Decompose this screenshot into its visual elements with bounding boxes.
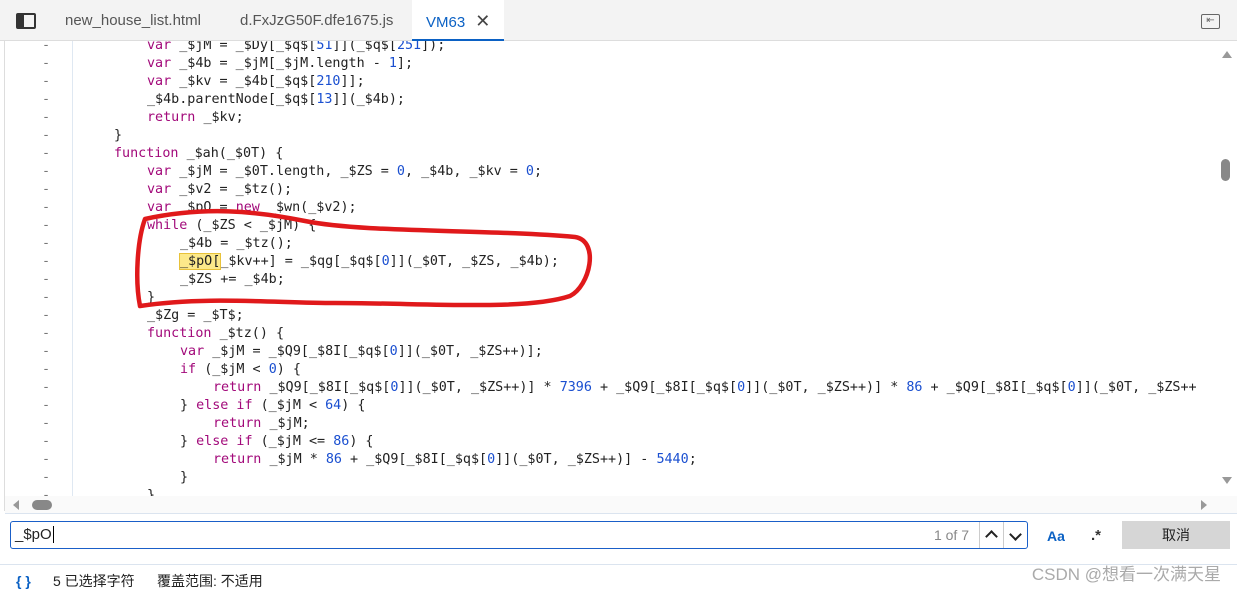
match-case-button[interactable]: Aa [1047, 528, 1065, 544]
scroll-down-icon[interactable] [1222, 477, 1232, 484]
tab-vm63[interactable]: VM63 ✕ [412, 0, 505, 41]
selection-count: 5 已选择字符 [53, 573, 135, 589]
code-editor[interactable]: - var _$jM = _$Dy[_$q$[51]](_$q$[251]); - v… [5, 41, 1218, 496]
scroll-up-icon[interactable] [1222, 51, 1232, 58]
previous-match-button[interactable] [979, 522, 1003, 548]
toggle-sidebar-button[interactable] [16, 13, 36, 29]
match-count: 1 of 7 [933, 527, 969, 543]
red-annotation-circle [135, 208, 593, 309]
close-icon[interactable]: ✕ [475, 11, 490, 31]
chevron-down-icon [1009, 528, 1022, 541]
tab-label: VM63 [426, 14, 466, 31]
scroll-thumb[interactable] [1221, 159, 1230, 181]
status-bar: { } 5 已选择字符 覆盖范围: 不适用 CSDN @想看一次满天星 [0, 565, 1237, 596]
cancel-button[interactable]: 取消 [1122, 521, 1230, 549]
horizontal-scrollbar[interactable] [5, 496, 1237, 514]
search-bar: _$pO 1 of 7 Aa .* 取消 [0, 515, 1237, 565]
next-match-button[interactable] [1003, 522, 1027, 548]
toggle-sidebar-icon [18, 15, 24, 27]
toggle-debugger-button[interactable]: ⇤ [1201, 14, 1220, 29]
pretty-print-button[interactable]: { } [16, 566, 31, 596]
chevron-up-icon [985, 530, 998, 543]
vertical-scrollbar[interactable] [1218, 41, 1237, 496]
scroll-left-icon[interactable] [13, 500, 19, 510]
tab-bar: new_house_list.html d.FxJzG50F.dfe1675.j… [0, 0, 1237, 41]
tab-new-house-list[interactable]: new_house_list.html [65, 0, 201, 41]
scroll-right-icon[interactable] [1201, 500, 1207, 510]
watermark: CSDN @想看一次满天星 [1031, 565, 1221, 584]
scroll-thumb-horizontal[interactable] [32, 500, 52, 510]
coverage-status: 覆盖范围: 不适用 [157, 573, 263, 589]
search-value: _$pO [15, 526, 52, 543]
search-input[interactable]: _$pO 1 of 7 [10, 521, 1028, 549]
regex-button[interactable]: .* [1091, 527, 1101, 544]
tab-d-js[interactable]: d.FxJzG50F.dfe1675.js [240, 0, 393, 41]
